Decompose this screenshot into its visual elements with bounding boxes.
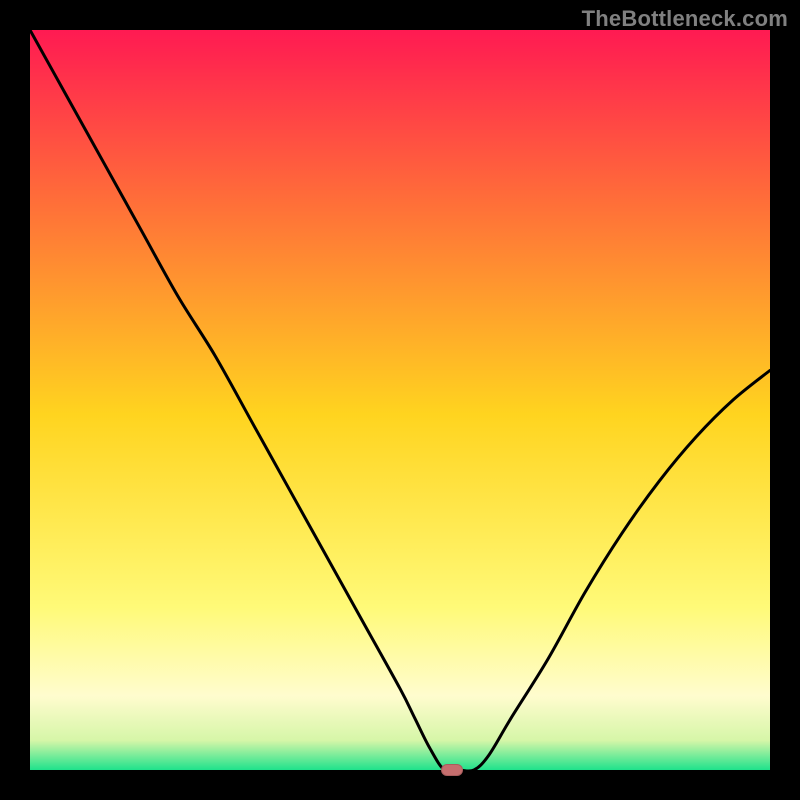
chart-stage: TheBottleneck.com	[0, 0, 800, 800]
bottleneck-marker	[441, 764, 463, 776]
bottleneck-curve	[30, 30, 770, 770]
plot-area	[30, 30, 770, 770]
watermark-text: TheBottleneck.com	[582, 6, 788, 32]
